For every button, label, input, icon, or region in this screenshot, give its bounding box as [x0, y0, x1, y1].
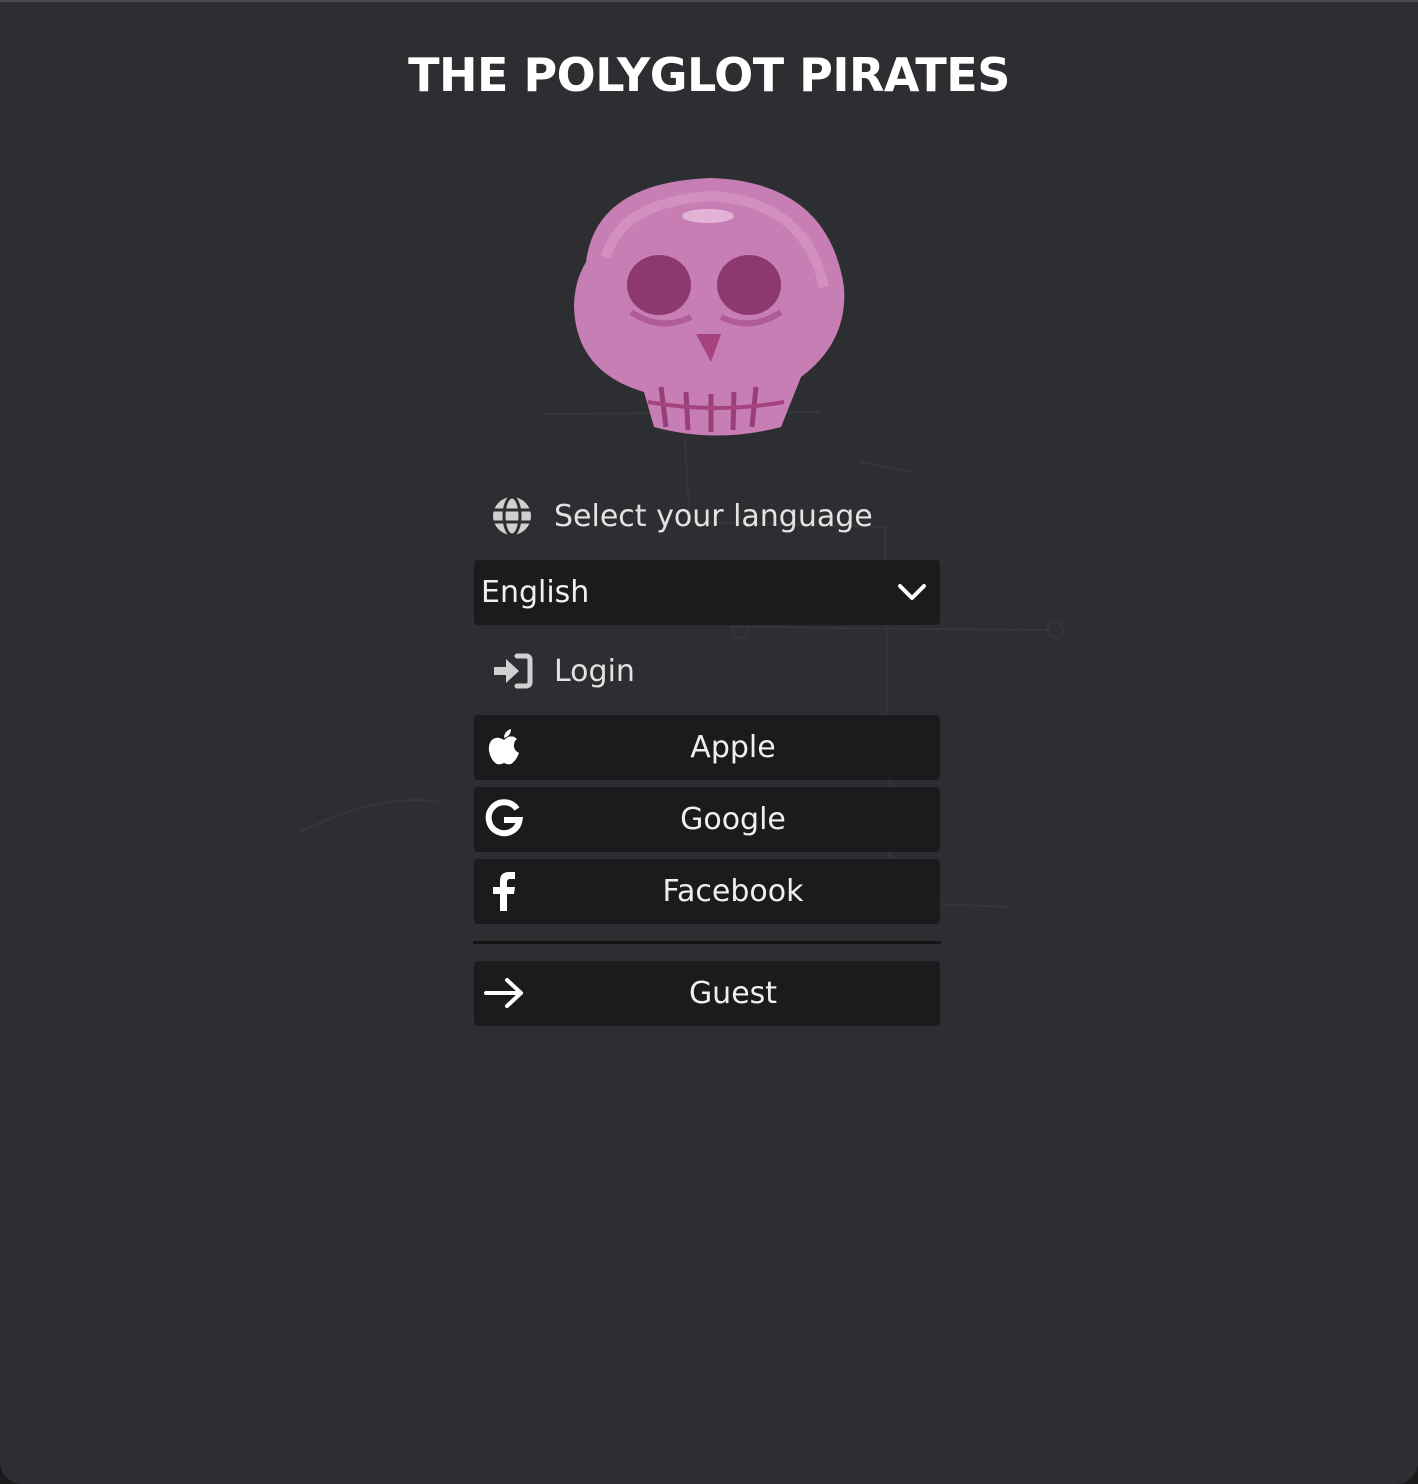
app-title: THE POLYGLOT PIRATES [408, 48, 1010, 102]
globe-icon [490, 494, 534, 538]
guest-button-label: Guest [688, 976, 778, 1011]
arrow-right-icon [482, 973, 526, 1013]
sign-in-icon [490, 649, 534, 693]
login-label-text: Login [554, 653, 635, 689]
facebook-button-label: Facebook [662, 874, 804, 909]
google-login-button[interactable]: Google [474, 787, 940, 852]
skull-icon [574, 178, 845, 436]
language-section-label: Select your language [490, 494, 873, 538]
apple-icon [482, 727, 526, 767]
google-button-label: Google [680, 802, 786, 837]
facebook-icon [482, 871, 526, 911]
login-section-label: Login [490, 649, 635, 693]
app-window: THE POLYGLOT PIRATES Select your languag… [0, 0, 1418, 1484]
google-icon [482, 799, 526, 839]
language-select[interactable]: English [474, 560, 940, 625]
facebook-login-button[interactable]: Facebook [474, 859, 940, 924]
chevron-down-icon [898, 584, 926, 600]
language-selected-value: English [481, 575, 590, 610]
apple-button-label: Apple [690, 730, 776, 765]
language-label-text: Select your language [554, 498, 873, 534]
divider [473, 941, 941, 944]
guest-button[interactable]: Guest [474, 961, 940, 1026]
apple-login-button[interactable]: Apple [474, 715, 940, 780]
